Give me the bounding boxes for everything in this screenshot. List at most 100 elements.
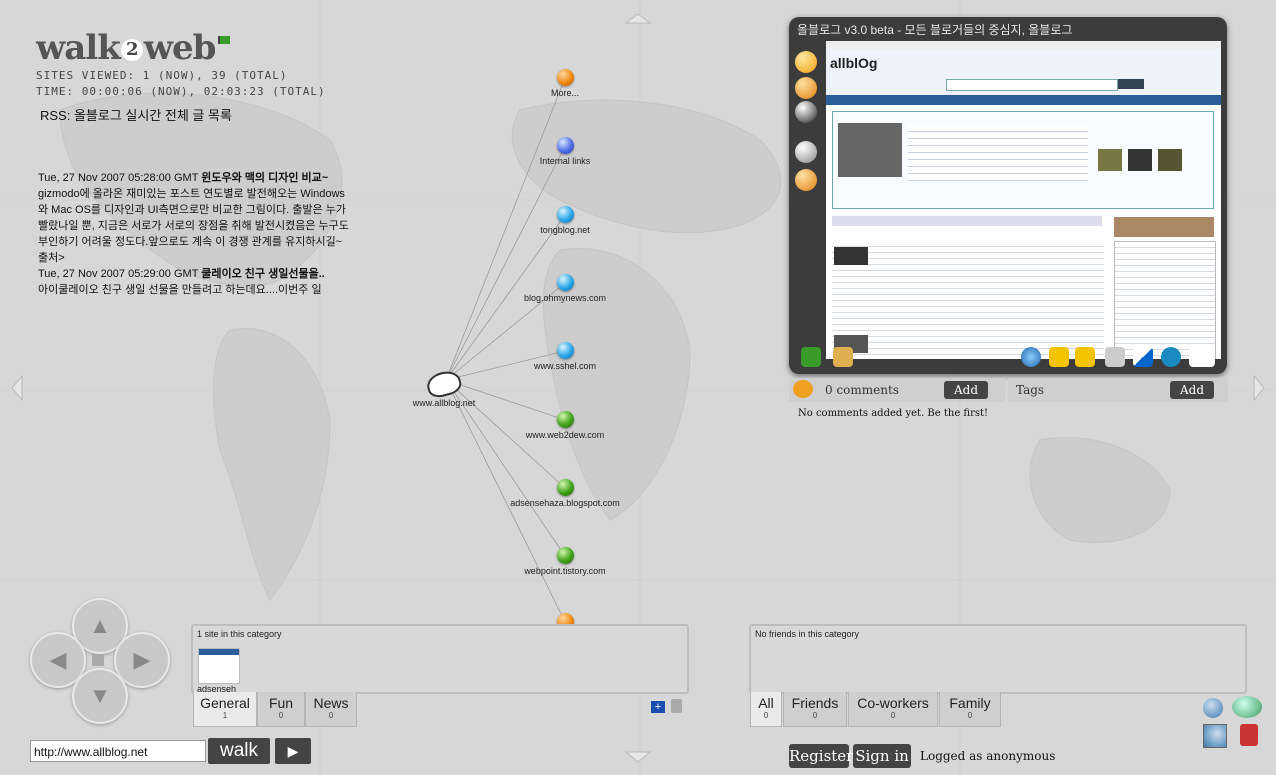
url-input[interactable]: http://www.allblog.net (30, 740, 206, 762)
no-comments-message: No comments added yet. Be the first! (798, 408, 989, 419)
tab-count: 0 (328, 711, 334, 720)
tab-friends[interactable]: Friends 0 (783, 692, 847, 727)
tab-label: Family (949, 695, 991, 711)
graph-node[interactable]: webpoint.tistory.com (495, 547, 635, 576)
stumbleupon-icon[interactable] (1161, 347, 1181, 367)
feed-item[interactable]: Tue, 27 Nov 2007 05:28:00 GMT 윈도우와 맥의 디자… (38, 170, 350, 266)
feed-item[interactable]: Tue, 27 Nov 2007 05:29:00 GMT 쿨레이오 친구 생일… (38, 266, 350, 298)
friends-panel-header: No friends in this category (755, 629, 860, 639)
friend-list-icon[interactable] (1203, 724, 1227, 748)
tab-general[interactable]: General 1 (193, 692, 257, 727)
play-button[interactable]: ▶ (275, 738, 311, 764)
walk-button[interactable]: walk (208, 738, 270, 764)
rss-title[interactable]: RSS: 올블로그 실시간 전체 글 목록 (40, 105, 232, 124)
tab-label: All (758, 695, 774, 711)
radiation-icon[interactable] (795, 101, 817, 123)
graph-node-label: adsensehaza.blogspot.com (510, 498, 620, 508)
tab-count: 0 (890, 711, 896, 720)
time-stat: TIME: 00:00:06 (NOW), 02:03:23 (TOTAL) (36, 85, 326, 98)
tags-bar: Tags Add (1008, 378, 1228, 402)
digg-icon[interactable] (1105, 347, 1125, 367)
preview-title: 올블로그 v3.0 beta - 모든 블로거들의 중심지, 올블로그 (797, 23, 1073, 37)
feed-item-date: Tue, 27 Nov 2007 05:29:00 GMT (38, 268, 202, 280)
tab-fun[interactable]: Fun 0 (257, 692, 305, 727)
site-thumbnail[interactable] (198, 648, 240, 684)
feed-item-title[interactable]: 윈도우와 맥의 디자인 비교~ (201, 172, 328, 184)
feed-item-body: gizmodo에 올라온 재미있는 포스트 연도별로 발전해오는 Windows… (38, 188, 349, 264)
graph-node[interactable]: More... (495, 69, 635, 98)
graph-node[interactable]: adsensehaza.blogspot.com (495, 479, 635, 508)
cyan-node-icon (556, 206, 574, 223)
graph-node[interactable]: tongblog.net (495, 206, 635, 235)
green-node-icon (556, 547, 574, 564)
feed-item-title[interactable]: 쿨레이오 친구 생일선물을.. (201, 268, 325, 280)
comments-count: 0 comments (825, 383, 899, 397)
blue-node-icon (556, 137, 574, 154)
green-node-icon (556, 411, 574, 428)
add-comment-button[interactable]: Add (944, 381, 988, 399)
graph-node-label: blog.ohmynews.com (523, 293, 607, 303)
friends-panel: No friends in this category (749, 624, 1247, 694)
star-icon[interactable] (1049, 347, 1069, 367)
zoom-icon[interactable] (1021, 347, 1041, 367)
graph-node-label: www.web2dew.com (525, 430, 605, 440)
share-icon[interactable] (1189, 347, 1215, 367)
graph-node[interactable]: Internal links (495, 137, 635, 166)
sites-panel: 1 site in this category adsenseh (191, 624, 689, 694)
rss-feed-list: Tue, 27 Nov 2007 05:28:00 GMT 윈도우와 맥의 디자… (38, 170, 350, 298)
add-group-icon[interactable] (1232, 696, 1262, 718)
sites-viewed-stat: SITES VIEWED: 1 (NOW), 39 (TOTAL) (36, 69, 288, 82)
down-arrow-button[interactable]: ▼ (72, 668, 128, 724)
graph-node[interactable]: www.sshel.com (495, 342, 635, 371)
add-tag-button[interactable]: Add (1170, 381, 1214, 399)
speaker-icon[interactable] (795, 141, 817, 163)
add-friend-icon[interactable] (1203, 698, 1223, 718)
add-star-icon[interactable] (1075, 347, 1095, 367)
trash-icon[interactable] (671, 699, 682, 713)
graph-node[interactable]: blog.ohmynews.com (495, 274, 635, 303)
refresh-icon[interactable] (801, 347, 821, 367)
thumbs-icon[interactable] (795, 77, 817, 99)
sign-in-button[interactable]: Sign in (853, 744, 911, 768)
graph-center-node[interactable]: www.allblog.net (412, 368, 476, 408)
add-category-icon[interactable]: + (651, 701, 665, 713)
tab-label: News (313, 695, 349, 711)
logo-text-web: web (143, 28, 217, 68)
tab-count: 0 (812, 711, 818, 720)
green-node-icon (556, 479, 574, 496)
tab-news[interactable]: News 0 (305, 692, 357, 727)
tab-count: 0 (763, 711, 769, 720)
logo-text-two: 2 (120, 39, 143, 61)
graph-node[interactable]: www.web2dew.com (495, 411, 635, 440)
chat-icon[interactable] (795, 169, 817, 191)
delicious-icon[interactable] (1133, 347, 1153, 367)
login-status: Logged as anonymous (920, 749, 1056, 763)
tab-co-workers[interactable]: Co-workers 0 (848, 692, 938, 727)
center-button[interactable] (92, 654, 104, 666)
graph-node-label: tongblog.net (540, 225, 590, 235)
cyan-node-icon (556, 274, 574, 291)
tab-label: Fun (268, 695, 294, 711)
tab-count: 1 (222, 711, 228, 720)
smile-icon[interactable] (795, 51, 817, 73)
graph-node-label: Internal links (539, 156, 591, 166)
cyan-node-icon (556, 342, 574, 359)
site-preview-window: 올블로그 v3.0 beta - 모든 블로거들의 중심지, 올블로그 allb… (789, 17, 1227, 374)
tags-label: Tags (1016, 383, 1045, 397)
tab-count: 0 (278, 711, 284, 720)
comments-bar: 0 comments Add (789, 378, 1005, 402)
tab-all[interactable]: All 0 (750, 692, 782, 727)
walk2web-logo[interactable]: walk 2 web (36, 28, 231, 68)
sites-panel-header: 1 site in this category (197, 629, 282, 639)
site-screenshot[interactable]: allblOg (826, 41, 1221, 359)
tab-label: Friends (791, 695, 839, 711)
site-logo: allblOg (830, 55, 878, 71)
logo-text-walk: walk (36, 28, 121, 68)
mail-icon[interactable] (833, 347, 853, 367)
trash-icon[interactable] (1240, 724, 1258, 746)
tab-label: Co-workers (857, 695, 929, 711)
tab-family[interactable]: Family 0 (939, 692, 1001, 727)
graph-node-label: webpoint.tistory.com (524, 566, 606, 576)
register-button[interactable]: Register (789, 744, 853, 768)
comment-bubble-icon (793, 380, 813, 398)
